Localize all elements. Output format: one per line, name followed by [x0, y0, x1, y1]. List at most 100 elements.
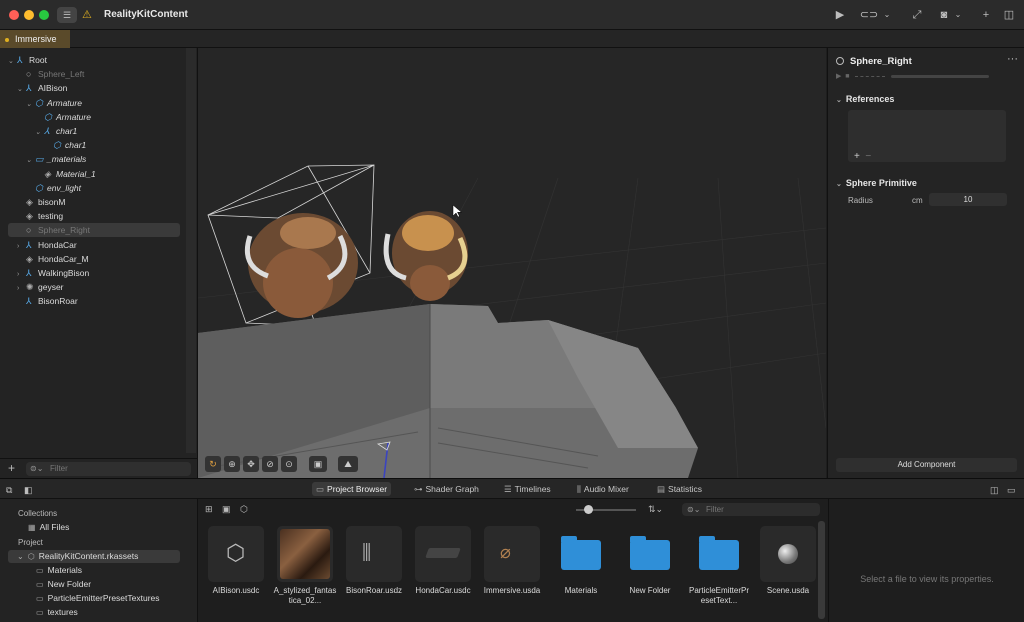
- folder-item-new-folder[interactable]: ▭ New Folder: [36, 579, 91, 589]
- camera-menu-chevron-icon[interactable]: ⌄: [953, 7, 963, 23]
- move-tool-icon[interactable]: ✥: [243, 456, 259, 472]
- sidebar-toggle-icon[interactable]: ☰: [57, 7, 77, 23]
- disclosure-chevron-icon[interactable]: ⌄: [35, 126, 44, 140]
- tree-row[interactable]: ⬡ char1: [44, 138, 86, 152]
- tree-row[interactable]: ○ Sphere_Left: [17, 67, 84, 81]
- scene-icon: ⌀: [500, 542, 511, 562]
- tree-row[interactable]: ◈ Material_1: [35, 167, 96, 181]
- tree-row[interactable]: ⌄ ⅄ AIBison: [17, 81, 67, 95]
- zoom-tool-icon[interactable]: ⊙: [281, 456, 297, 472]
- add-icon[interactable]: +: [980, 7, 992, 23]
- animation-scrubber[interactable]: [891, 74, 990, 78]
- tab-statistics[interactable]: ▤ Statistics: [653, 482, 706, 496]
- new-folder-icon[interactable]: ▣: [222, 504, 231, 515]
- add-reference-icon[interactable]: +: [854, 151, 860, 162]
- inspector-toggle-icon[interactable]: ◫: [1002, 7, 1016, 23]
- folder-item-textures[interactable]: ▭ textures: [36, 607, 78, 617]
- zoom-window-button[interactable]: [39, 10, 49, 20]
- chevron-down-icon[interactable]: ⌄: [882, 7, 892, 23]
- transform-icon[interactable]: ⤢: [910, 7, 924, 23]
- play-icon[interactable]: ▶: [834, 7, 846, 23]
- import-icon[interactable]: ⬡: [240, 504, 248, 515]
- hierarchy-filter-input[interactable]: ⊜⌄ Filter: [26, 462, 191, 476]
- tree-row[interactable]: ⌄ ▭ _materials: [26, 152, 86, 166]
- camera-icon[interactable]: ◙: [936, 7, 952, 23]
- bison-right-model[interactable]: [383, 211, 468, 301]
- sphere-primitive-section-header[interactable]: ⌄ Sphere Primitive: [836, 178, 917, 188]
- collections-toggle-icon[interactable]: ◧: [24, 482, 33, 498]
- statistics-icon: ▤: [657, 484, 666, 494]
- close-window-button[interactable]: [9, 10, 19, 20]
- camera-view-icon[interactable]: ▣: [309, 456, 327, 472]
- tree-row[interactable]: › ⅄ WalkingBison: [17, 266, 89, 280]
- browser-scrollbar[interactable]: [818, 521, 825, 619]
- browser-filter-input[interactable]: ⊜⌄ Filter: [682, 503, 820, 516]
- tree-row[interactable]: ⌄ ⬡ Armature: [26, 96, 82, 110]
- tree-row[interactable]: ⌄ ⅄ char1: [35, 124, 77, 138]
- add-entity-icon[interactable]: +: [8, 461, 15, 475]
- tree-row[interactable]: › ⅄ HondaCar: [17, 238, 77, 252]
- sphere-primitive-label: Sphere Primitive: [845, 178, 917, 188]
- app-title: RealityKitContent: [104, 9, 188, 20]
- tree-row[interactable]: ◈ testing: [17, 209, 63, 223]
- tab-immersive[interactable]: Immersive: [0, 30, 70, 48]
- panel-layout-icon[interactable]: ⧉: [6, 482, 12, 498]
- tree-row[interactable]: ⬡ Armature: [35, 110, 91, 124]
- references-list[interactable]: [848, 110, 1006, 162]
- tree-row[interactable]: ◈ bisonM: [17, 195, 65, 209]
- tree-row[interactable]: ○ Sphere_Right: [17, 223, 90, 237]
- radius-unit[interactable]: cm: [912, 196, 923, 205]
- tree-row[interactable]: ⅄ BisonRoar: [17, 294, 78, 308]
- asset-thumbnail: [277, 526, 333, 582]
- sphere-icon: ○: [26, 69, 32, 80]
- more-options-icon[interactable]: ···: [1007, 53, 1018, 65]
- folder-label: textures: [47, 607, 78, 617]
- sort-icon[interactable]: ⇅⌄: [648, 504, 663, 515]
- tree-row-label: geyser: [38, 282, 64, 293]
- split-panel-icon[interactable]: ◫: [990, 482, 999, 498]
- thumbnail-size-knob[interactable]: [584, 505, 593, 514]
- rotate-tool-icon[interactable]: ⊘: [262, 456, 278, 472]
- hondacar-model[interactable]: [198, 304, 698, 478]
- tab-project-browser[interactable]: ▭ Project Browser: [312, 482, 392, 496]
- orbit-tool-icon[interactable]: ↻: [205, 456, 221, 472]
- chevron-down-icon: ⌄: [17, 552, 24, 561]
- add-component-button[interactable]: Add Component: [836, 458, 1017, 472]
- remove-reference-icon[interactable]: −: [865, 151, 871, 162]
- radius-label: Radius: [848, 196, 873, 205]
- empty-properties-message: Select a file to view its properties.: [860, 574, 994, 584]
- stop-animation-icon[interactable]: ■: [845, 73, 849, 80]
- headset-icon[interactable]: ⊂⊃: [858, 7, 880, 23]
- project-rkassets-item[interactable]: ⌄ ⬡ RealityKitContent.rkassets: [17, 551, 138, 561]
- tree-row[interactable]: › ✺ geyser: [17, 280, 64, 294]
- disclosure-chevron-icon[interactable]: ⌄: [17, 83, 26, 97]
- references-section-header[interactable]: ⌄ References: [836, 94, 894, 104]
- radius-field[interactable]: 10: [929, 193, 1007, 206]
- warning-icon[interactable]: ⚠: [82, 7, 92, 23]
- all-files-item[interactable]: ▦ All Files: [28, 522, 69, 532]
- folder-item-particle-textures[interactable]: ▭ ParticleEmitterPresetTextures: [36, 593, 160, 603]
- play-animation-icon[interactable]: ▶: [836, 73, 841, 80]
- pan-tool-icon[interactable]: ⊕: [224, 456, 240, 472]
- asset-thumbnail: [553, 526, 609, 582]
- tree-row[interactable]: ⬡ env_light: [26, 181, 81, 195]
- tab-audio-mixer[interactable]: ⫼ Audio Mixer: [573, 482, 633, 496]
- tree-row[interactable]: ⌄ ⅄ Root: [8, 53, 47, 67]
- minimize-window-button[interactable]: [24, 10, 34, 20]
- asset-name: BisonRoar.usdz: [345, 586, 403, 595]
- properties-toggle-icon[interactable]: ▭: [1007, 482, 1016, 498]
- tab-timelines[interactable]: ☰ Timelines: [500, 482, 555, 496]
- folder-item-materials[interactable]: ▭ Materials: [36, 565, 82, 575]
- hierarchy-scrollbar[interactable]: [186, 48, 196, 453]
- tree-row[interactable]: ◈ HondaCar_M: [17, 252, 89, 266]
- 3d-viewport[interactable]: [198, 48, 826, 478]
- tab-shader-graph[interactable]: ⊶ Shader Graph: [410, 482, 483, 496]
- disclosure-chevron-icon[interactable]: ⌄: [26, 154, 35, 168]
- bison-left-model[interactable]: [244, 213, 358, 318]
- environment-icon[interactable]: ⛰: [338, 456, 358, 472]
- new-file-icon[interactable]: ⊞: [205, 504, 213, 515]
- disclosure-chevron-icon[interactable]: ⌄: [8, 55, 17, 69]
- disclosure-chevron-icon[interactable]: ⌄: [26, 98, 35, 112]
- file-properties-panel: Select a file to view its properties.: [828, 499, 1024, 622]
- entity-icon: ⅄: [44, 126, 50, 136]
